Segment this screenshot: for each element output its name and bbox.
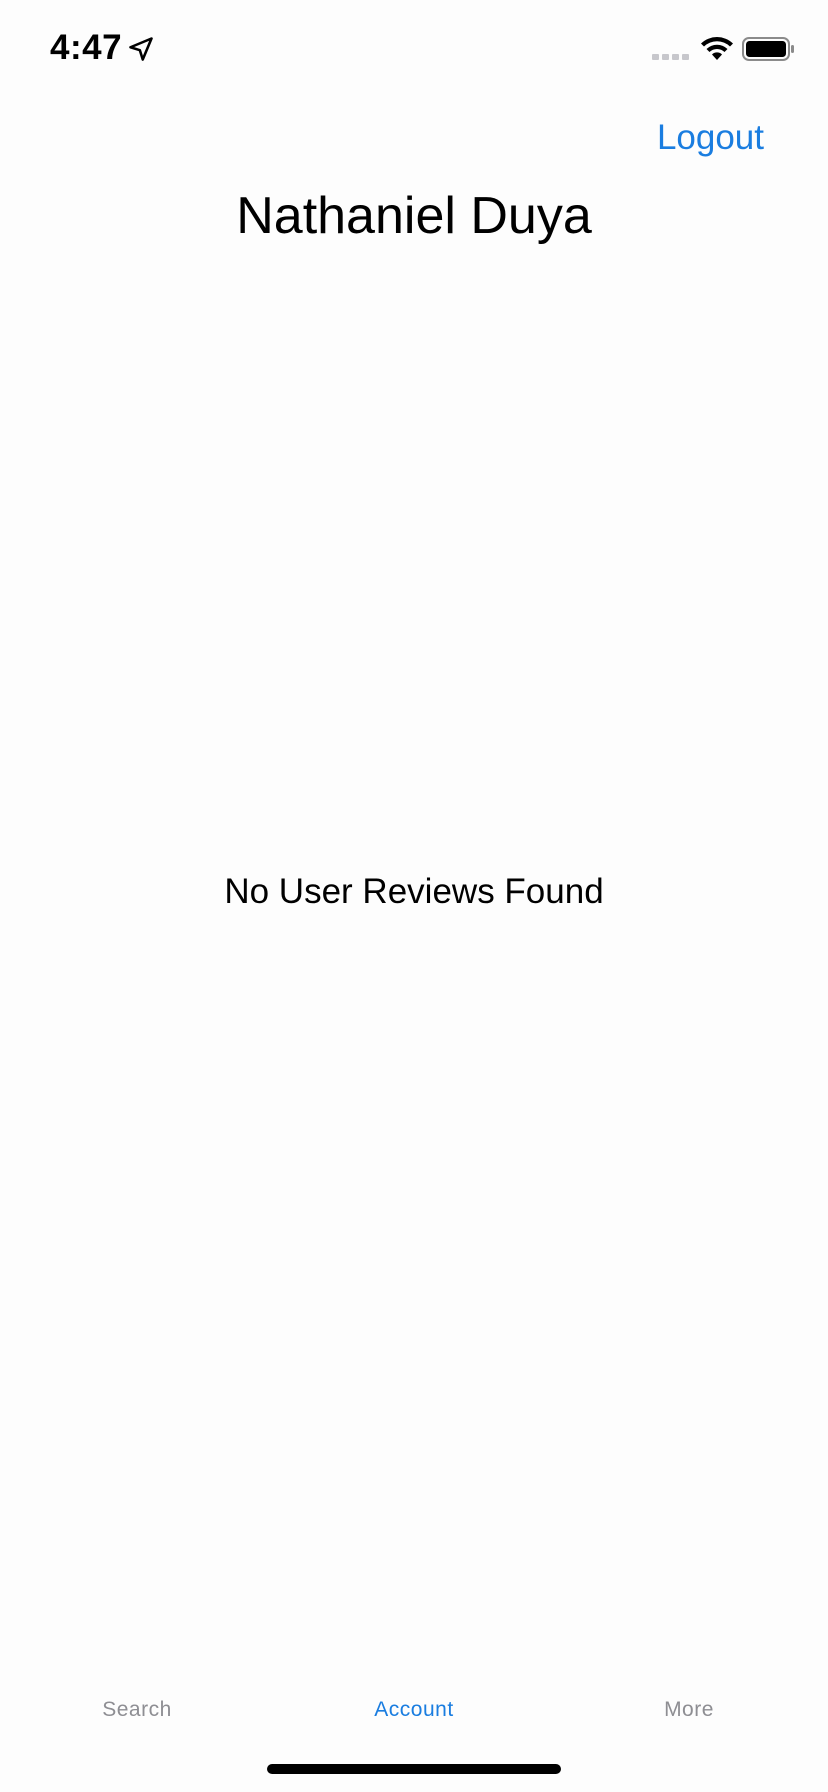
tab-account[interactable]: Account (314, 1680, 514, 1740)
tab-search[interactable]: Search (37, 1680, 237, 1740)
page-title: Nathaniel Duya (236, 187, 592, 245)
account-screen: 4:47 Logout Nathaniel Duya No User Revie… (0, 0, 828, 1792)
battery-icon (742, 37, 794, 61)
empty-state-message: No User Reviews Found (224, 872, 604, 911)
cellular-signal-icon (652, 54, 689, 60)
tab-bar: Search Account More (0, 1680, 828, 1740)
wifi-icon (701, 37, 733, 60)
tab-more[interactable]: More (589, 1680, 789, 1740)
location-arrow-icon (129, 37, 153, 61)
status-bar: 4:47 (0, 0, 828, 100)
status-time: 4:47 (50, 28, 123, 67)
home-indicator[interactable] (267, 1764, 561, 1774)
logout-button[interactable]: Logout (657, 118, 764, 158)
